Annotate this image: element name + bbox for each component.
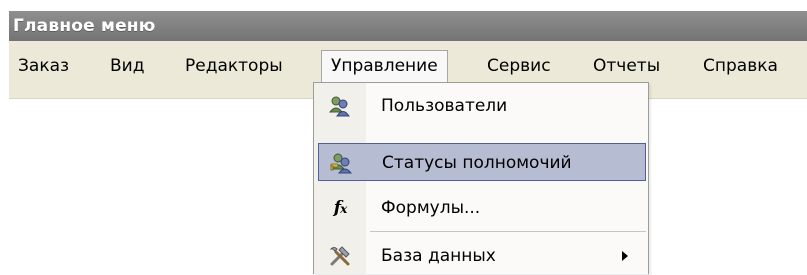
- permissions-icon: [329, 151, 353, 175]
- menu-item-view[interactable]: Вид: [101, 52, 153, 81]
- dropdown-item-users[interactable]: Пользователи: [318, 87, 646, 125]
- menu-item-editors[interactable]: Редакторы: [176, 52, 292, 81]
- dropdown-item-label: База данных: [381, 246, 496, 266]
- submenu-arrow-icon: [622, 251, 628, 261]
- menu-item-order[interactable]: Заказ: [9, 52, 78, 81]
- menu-item-help[interactable]: Справка: [694, 52, 787, 81]
- dropdown-item-database[interactable]: База данных: [318, 237, 646, 275]
- tools-icon: [328, 244, 352, 268]
- window-title: Главное меню: [9, 11, 807, 41]
- dropdown-item-label: Пользователи: [381, 96, 508, 116]
- dropdown-item-label: Формулы...: [381, 198, 481, 218]
- menu-item-management[interactable]: Управление: [321, 50, 448, 83]
- dropdown-item-permission-statuses[interactable]: Статусы полномочий: [318, 143, 646, 181]
- dropdown-item-formulas[interactable]: fx Формулы...: [318, 189, 646, 227]
- screenshot-frame: Главное меню Заказ Вид Редакторы Управле…: [0, 0, 807, 274]
- management-dropdown: Пользователи Статусы полномочий fx Форму…: [313, 82, 649, 274]
- menu-item-service[interactable]: Сервис: [478, 52, 560, 81]
- formula-icon: fx: [333, 198, 348, 218]
- dropdown-separator: [370, 231, 646, 232]
- menu-item-reports[interactable]: Отчеты: [584, 52, 669, 81]
- dropdown-item-label: Статусы полномочий: [382, 153, 572, 173]
- main-menu-window: Главное меню Заказ Вид Редакторы Управле…: [9, 11, 807, 274]
- users-icon: [328, 94, 352, 118]
